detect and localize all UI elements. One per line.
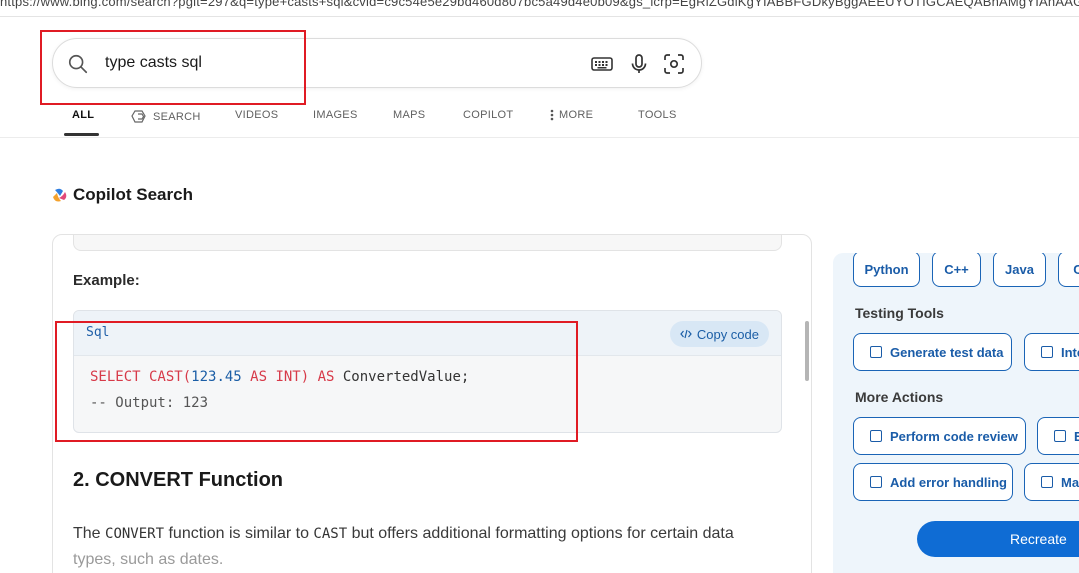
tab-copilot[interactable]: COPILOT xyxy=(463,109,513,121)
copilot-actions-panel: Python C++ Java C Testing Tools Generate… xyxy=(833,253,1079,573)
add-error-handling-button[interactable]: Add error handling xyxy=(853,463,1013,501)
language-chip-java[interactable]: Java xyxy=(993,253,1046,287)
copilot-search-title: Copilot Search xyxy=(73,185,193,204)
previous-code-block xyxy=(73,235,782,251)
copilot-logo-icon xyxy=(53,188,67,202)
checkbox-icon xyxy=(870,430,882,442)
convert-paragraph: The CONVERT function is similar to CAST … xyxy=(73,525,734,568)
perform-code-review-button[interactable]: Perform code review xyxy=(853,417,1026,455)
tab-maps[interactable]: MAPS xyxy=(393,109,425,121)
checkbox-icon xyxy=(870,346,882,358)
active-tab-indicator xyxy=(64,133,99,136)
checkbox-icon xyxy=(1054,430,1066,442)
scrollbar[interactable] xyxy=(805,321,809,381)
checkbox-icon xyxy=(1041,346,1053,358)
copilot-search-icon xyxy=(131,110,146,123)
language-chip-c[interactable]: C xyxy=(1058,253,1079,287)
code-icon xyxy=(680,329,692,339)
language-chip-cpp[interactable]: C++ xyxy=(932,253,981,287)
more-action-button-2[interactable]: E xyxy=(1037,417,1079,455)
visual-search-icon[interactable] xyxy=(662,52,686,76)
example-label: Example: xyxy=(73,272,140,289)
tab-all[interactable]: ALL xyxy=(72,109,94,121)
tab-videos[interactable]: VIDEOS xyxy=(235,109,278,121)
checkbox-icon xyxy=(870,476,882,488)
checkbox-icon xyxy=(1041,476,1053,488)
integration-test-button[interactable]: Inte xyxy=(1024,333,1079,371)
address-bar[interactable]: https://www.bing.com/search?pglt=297&q=t… xyxy=(0,0,1079,17)
recreate-button[interactable]: Recreate xyxy=(917,521,1079,557)
tab-more[interactable]: MORE xyxy=(550,109,593,121)
copilot-search-heading: Copilot Search xyxy=(52,185,193,205)
copy-code-button[interactable]: Copy code xyxy=(669,321,769,347)
more-actions-title: More Actions xyxy=(855,389,944,405)
more-action-button-4[interactable]: Ma xyxy=(1024,463,1079,501)
tab-images[interactable]: IMAGES xyxy=(313,109,358,121)
testing-tools-title: Testing Tools xyxy=(855,305,944,321)
tab-search[interactable]: SEARCH xyxy=(131,109,201,124)
generate-test-data-button[interactable]: Generate test data xyxy=(853,333,1012,371)
microphone-icon[interactable] xyxy=(627,52,651,76)
search-highlight-box xyxy=(40,30,306,105)
language-chip-python[interactable]: Python xyxy=(853,253,920,287)
tab-tools[interactable]: TOOLS xyxy=(638,109,677,121)
code-highlight-box xyxy=(55,321,578,442)
section-title: 2. CONVERT Function xyxy=(73,469,283,491)
search-tabs: ALL SEARCH VIDEOS IMAGES MAPS COPILOT MO… xyxy=(0,100,1079,138)
keyboard-icon[interactable] xyxy=(590,52,614,76)
address-bar-url: https://www.bing.com/search?pglt=297&q=t… xyxy=(0,0,1079,9)
more-dots-icon xyxy=(550,109,554,121)
